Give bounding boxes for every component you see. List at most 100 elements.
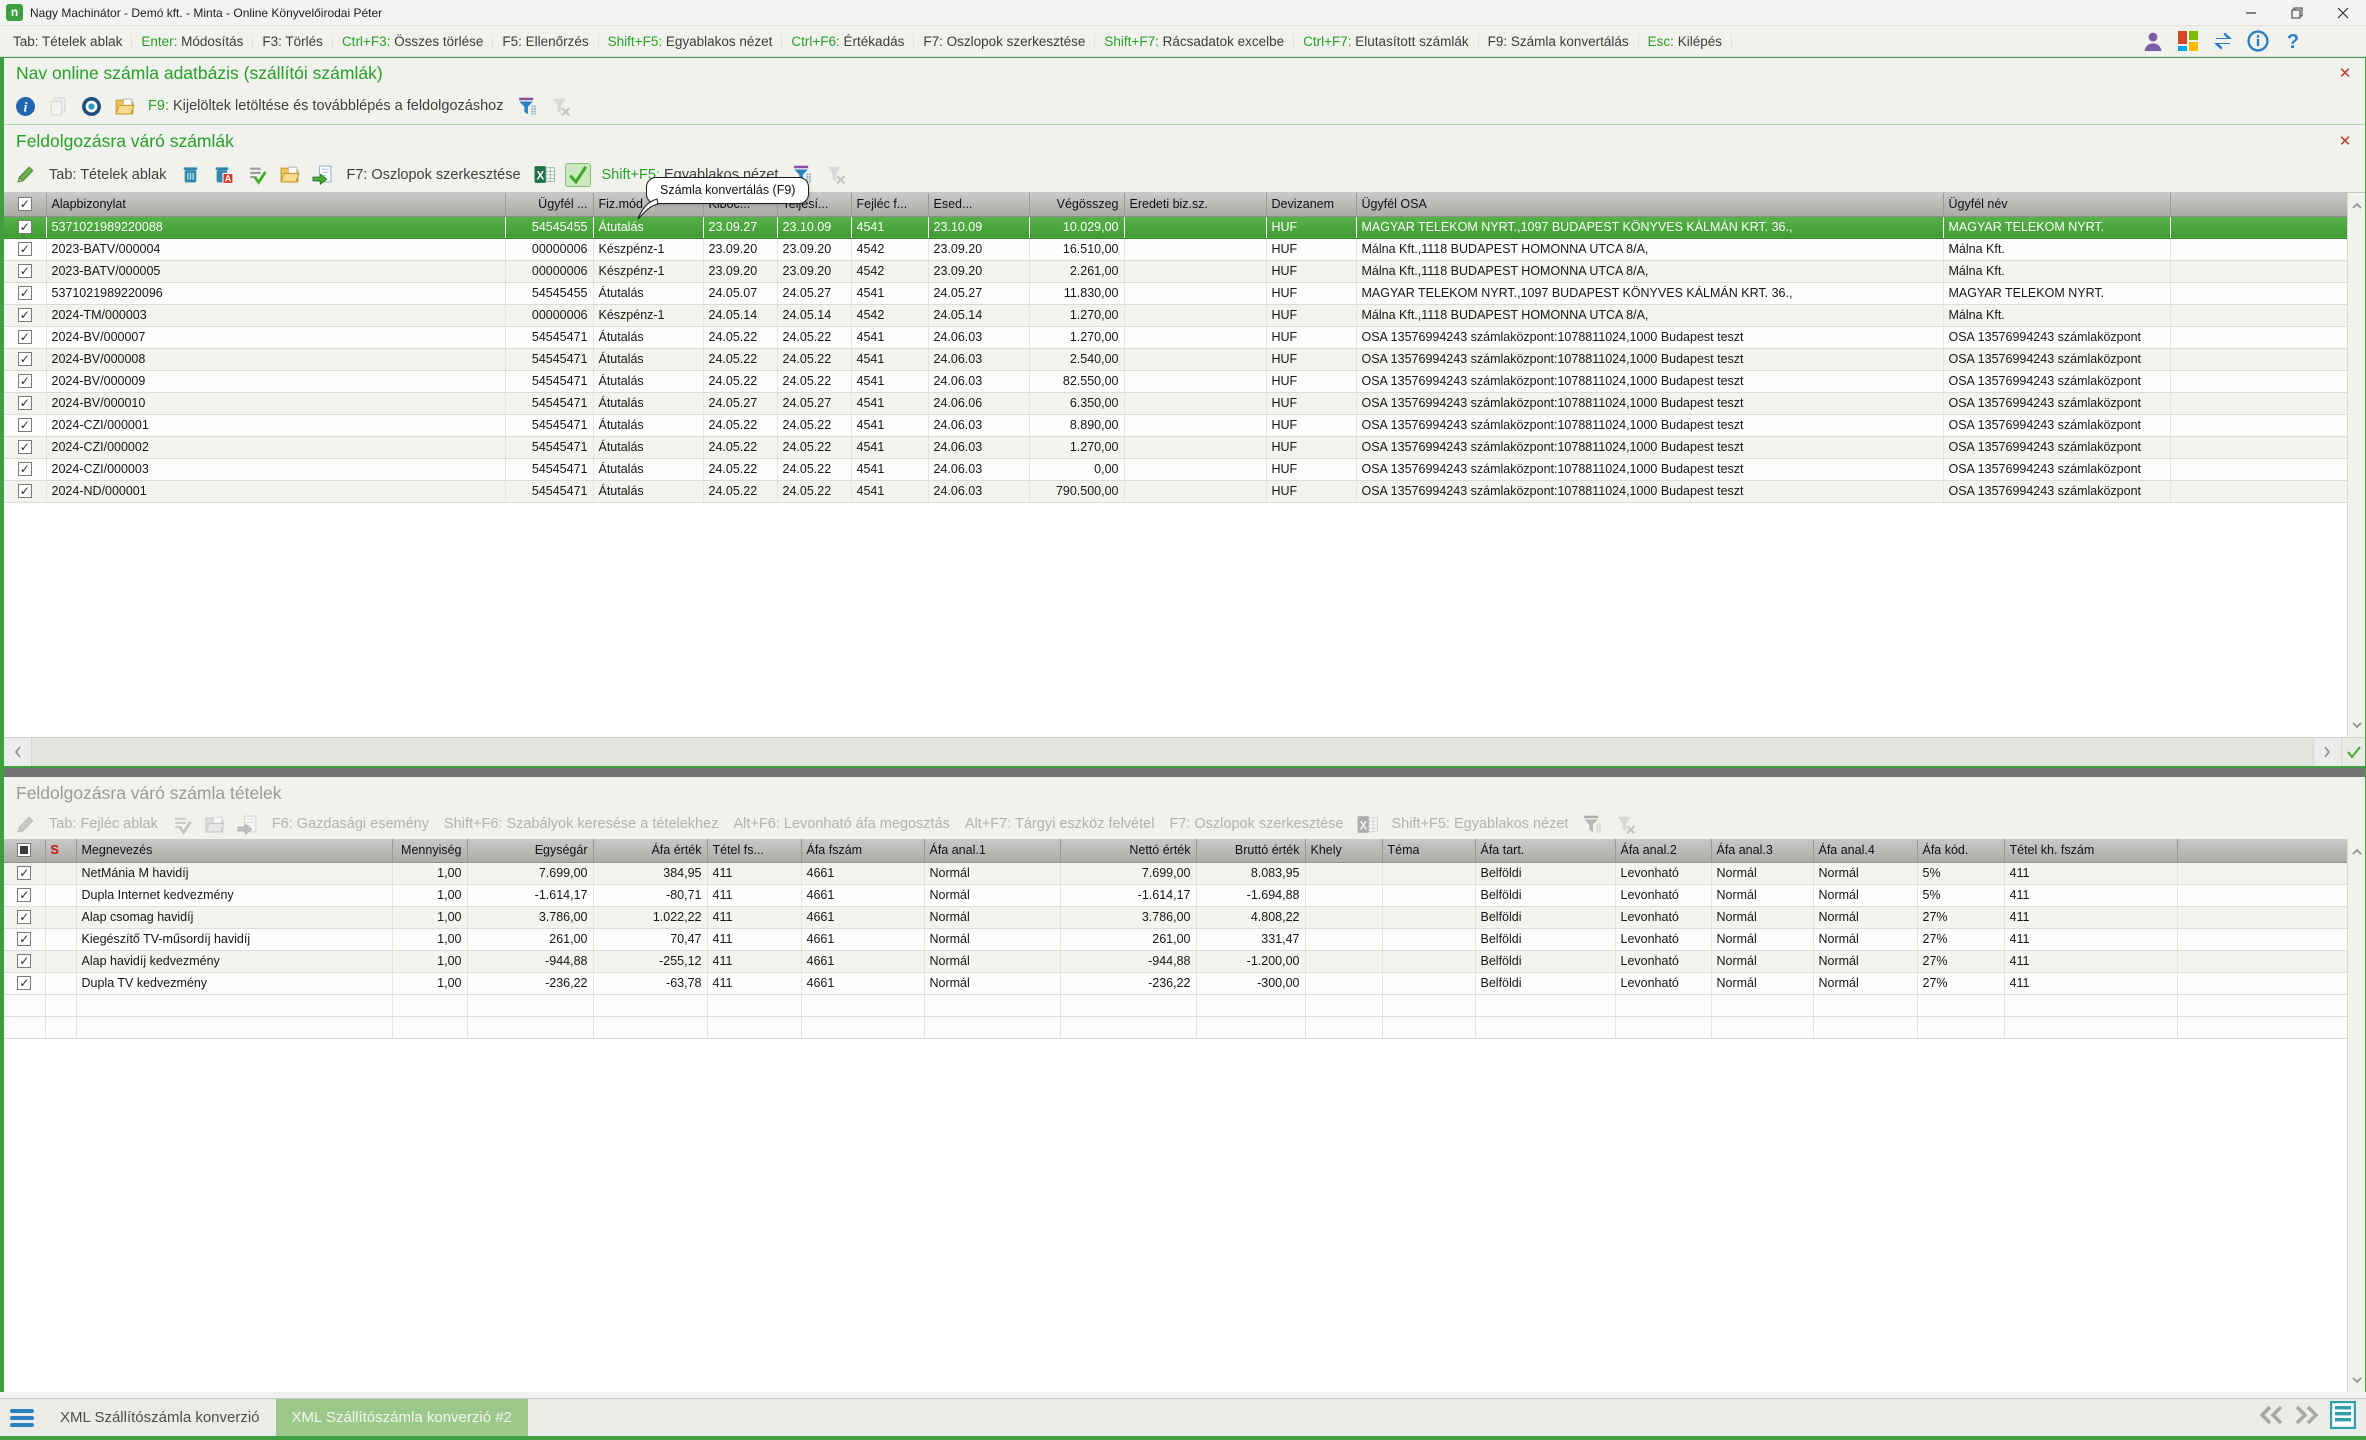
invoice-row[interactable]: ✓537102198922009654545455Átutalás24.05.0… <box>4 282 2352 304</box>
column-header-tetel-kh-fszam[interactable]: Tétel kh. fszám <box>2004 839 2177 862</box>
chevron-down-icon[interactable] <box>2348 715 2365 735</box>
row-checkbox[interactable]: ✓ <box>18 484 32 498</box>
row-checkbox[interactable]: ✓ <box>18 286 32 300</box>
menu-item-osszes-torlese[interactable]: Ctrl+F3: Összes törlése <box>333 34 493 49</box>
row-checkbox[interactable]: ✓ <box>18 352 32 366</box>
item-row[interactable]: ✓Alap csomag havidíj1,003.786,001.022,22… <box>4 906 2352 928</box>
menu-item-ellenorzes[interactable]: F5: Ellenőrzés <box>493 34 598 49</box>
menu-item-modositas[interactable]: Enter: Módosítás <box>132 34 253 49</box>
column-header-afa-anal-1[interactable]: Áfa anal.1 <box>924 839 1060 862</box>
invoices-panel-close-icon[interactable]: ✕ <box>2335 132 2355 150</box>
column-header-vegosszeg[interactable]: Végösszeg <box>1029 193 1124 216</box>
column-header-alapbizonylat[interactable]: Alapbizonylat <box>46 193 505 216</box>
column-header-afa-tart[interactable]: Áfa tart. <box>1475 839 1615 862</box>
invoice-row[interactable]: ✓2023-BATV/00000500000006Készpénz-123.09… <box>4 260 2352 282</box>
column-header-s[interactable]: S <box>45 839 76 862</box>
sync-icon[interactable] <box>2210 29 2236 53</box>
checkbox-cell[interactable]: ✓ <box>4 260 46 282</box>
open-folder-icon[interactable] <box>276 163 302 187</box>
column-header-afa-kod[interactable]: Áfa kód. <box>1917 839 2004 862</box>
row-checkbox[interactable]: ✓ <box>18 396 32 410</box>
column-header-fejlec-f[interactable]: Fejléc f... <box>851 193 928 216</box>
nav-panel-close-icon[interactable]: ✕ <box>2335 64 2355 82</box>
column-header-tetel-fs[interactable]: Tétel fs... <box>707 839 801 862</box>
row-checkbox[interactable]: ✓ <box>17 866 31 880</box>
column-header-afa-anal-4[interactable]: Áfa anal.4 <box>1813 839 1917 862</box>
invoice-row[interactable]: ✓2023-BATV/00000400000006Készpénz-123.09… <box>4 238 2352 260</box>
help-icon[interactable]: ? <box>2280 29 2306 53</box>
column-header-afa-ertek[interactable]: Áfa érték <box>593 839 707 862</box>
invoice-row[interactable]: ✓2024-BV/00001054545471Átutalás24.05.272… <box>4 392 2352 414</box>
column-header-egysegar[interactable]: Egységár <box>467 839 593 862</box>
column-header-megnevezes[interactable]: Megnevezés <box>76 839 392 862</box>
checkbox-cell[interactable]: ✓ <box>4 304 46 326</box>
checkbox-cell[interactable]: ✓ <box>4 238 46 260</box>
excel-icon[interactable]: X <box>532 163 558 187</box>
toolbar-action-kijeloltek-letoltese-es-tovabblepes-a-feldolgozashoz[interactable]: F9: Kijelöltek letöltése és továbblépés … <box>144 96 507 116</box>
apps-grid-icon[interactable] <box>2175 29 2201 53</box>
row-checkbox[interactable]: ✓ <box>18 462 32 476</box>
checkbox-cell[interactable]: ✓ <box>4 906 45 928</box>
column-header-afa-anal-2[interactable]: Áfa anal.2 <box>1615 839 1711 862</box>
close-button[interactable] <box>2320 0 2366 25</box>
row-checkbox[interactable]: ✓ <box>17 976 31 990</box>
chevron-right-icon[interactable] <box>2313 738 2341 766</box>
menu-item-ertekadas[interactable]: Ctrl+F6: Értékadás <box>782 34 914 49</box>
checkbox-cell[interactable]: ✓ <box>4 862 45 884</box>
row-checkbox[interactable]: ✓ <box>18 440 32 454</box>
column-header-ugyfel-osa[interactable]: Ügyfél OSA <box>1356 193 1943 216</box>
checkbox-cell[interactable]: ✓ <box>4 928 45 950</box>
column-header-ugyfel[interactable]: Ügyfél ... <box>505 193 593 216</box>
column-header-brutto-ertek[interactable]: Bruttó érték <box>1196 839 1305 862</box>
checkbox-cell[interactable]: ✓ <box>4 370 46 392</box>
invoice-row[interactable]: ✓537102198922008854545455Átutalás23.09.2… <box>4 216 2352 238</box>
hscroll-track[interactable] <box>32 738 2313 766</box>
tab-xml-konverzio-2[interactable]: XML Szállítószámla konverzió #2 <box>276 1399 528 1436</box>
checkbox-cell[interactable]: ✓ <box>4 216 46 238</box>
menu-item-torles[interactable]: F3: Törlés <box>253 34 333 49</box>
panel-splitter[interactable] <box>4 768 2365 777</box>
select-all-checkbox[interactable]: ✓ <box>4 193 46 216</box>
tab-xml-konverzio-1[interactable]: XML Szállítószámla konverzió <box>44 1399 276 1436</box>
column-header-afa-anal-3[interactable]: Áfa anal.3 <box>1711 839 1813 862</box>
column-header-tema[interactable]: Téma <box>1382 839 1475 862</box>
list-panel-icon[interactable] <box>2330 1401 2356 1434</box>
checkbox-cell[interactable]: ✓ <box>4 972 45 994</box>
export-doc-icon[interactable] <box>309 163 335 187</box>
column-header-eredeti-biz-sz[interactable]: Eredeti biz.sz. <box>1124 193 1266 216</box>
items-vscrollbar[interactable] <box>2347 839 2365 1392</box>
hamburger-menu-icon[interactable] <box>0 1399 44 1436</box>
menu-item-szamla-konvertalas[interactable]: F9: Számla konvertálás <box>1479 34 1639 49</box>
column-header-item[interactable] <box>2177 839 2352 862</box>
row-checkbox[interactable]: ✓ <box>17 932 31 946</box>
item-row[interactable]: ✓Dupla TV kedvezmény1,00-236,22-63,78411… <box>4 972 2352 994</box>
chevron-left-icon[interactable] <box>4 738 32 766</box>
convert-check-icon[interactable] <box>565 163 591 187</box>
invoice-row[interactable]: ✓2024-TM/00000300000006Készpénz-124.05.1… <box>4 304 2352 326</box>
item-row[interactable]: ✓Alap havidíj kedvezmény1,00-944,88-255,… <box>4 950 2352 972</box>
invoice-row[interactable]: ✓2024-CZI/00000354545471Átutalás24.05.22… <box>4 458 2352 480</box>
invoices-vscrollbar[interactable] <box>2347 193 2365 737</box>
menu-item-kilepes[interactable]: Esc: Kilépés <box>1639 34 1732 49</box>
invoices-hscrollbar[interactable] <box>4 737 2365 766</box>
invoice-row[interactable]: ✓2024-CZI/00000154545471Átutalás24.05.22… <box>4 414 2352 436</box>
delete-all-icon[interactable]: A <box>210 163 236 187</box>
row-checkbox[interactable]: ✓ <box>18 220 32 234</box>
chevrons-left-icon[interactable] <box>2258 1405 2284 1430</box>
toolbar-action-tetelek-ablak[interactable]: Tab: Tételek ablak <box>45 165 170 185</box>
confirm-check-icon[interactable] <box>2341 738 2365 766</box>
row-checkbox[interactable]: ✓ <box>17 910 31 924</box>
row-checkbox[interactable]: ✓ <box>18 330 32 344</box>
invoice-row[interactable]: ✓2024-ND/00000154545471Átutalás24.05.222… <box>4 480 2352 502</box>
menu-item-egyablakos-nezet[interactable]: Shift+F5: Egyablakos nézet <box>599 34 783 49</box>
column-header-item[interactable] <box>2170 193 2352 216</box>
trash-icon[interactable] <box>177 163 203 187</box>
row-checkbox[interactable]: ✓ <box>18 308 32 322</box>
column-header-devizanem[interactable]: Devizanem <box>1266 193 1356 216</box>
row-checkbox[interactable]: ✓ <box>17 954 31 968</box>
restore-button[interactable] <box>2274 0 2320 25</box>
select-all-checkbox[interactable] <box>4 839 45 862</box>
checkbox-cell[interactable]: ✓ <box>4 436 46 458</box>
checkbox-cell[interactable]: ✓ <box>4 348 46 370</box>
column-header-netto-ertek[interactable]: Nettó érték <box>1060 839 1196 862</box>
